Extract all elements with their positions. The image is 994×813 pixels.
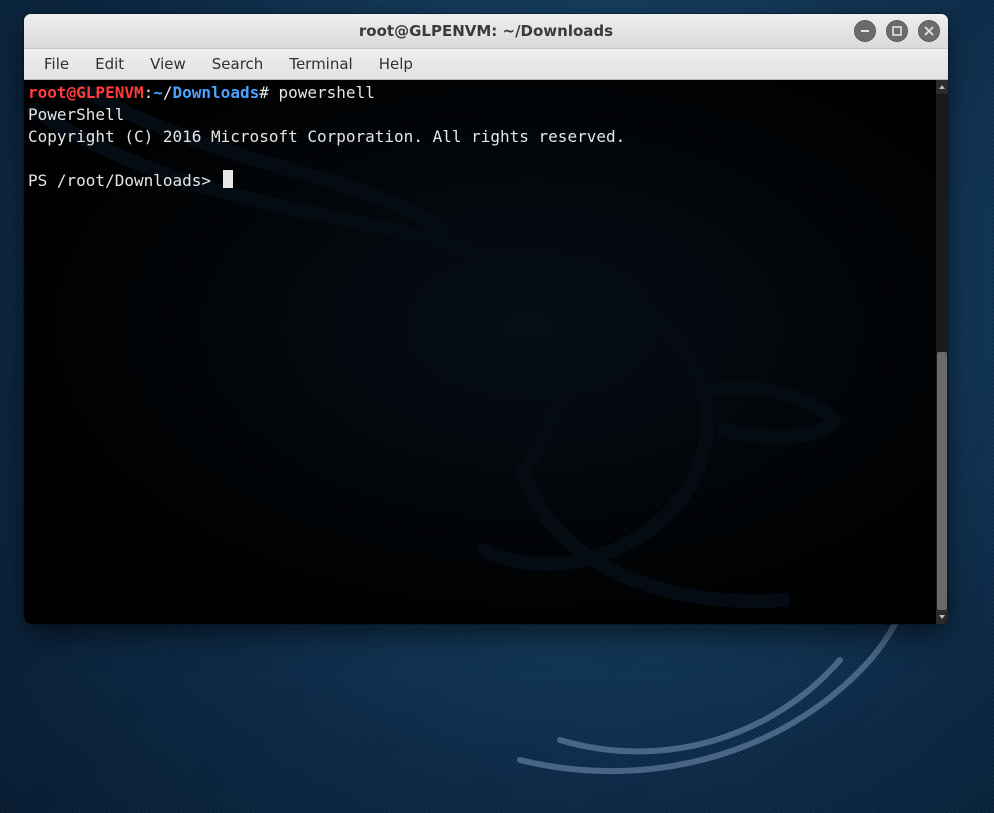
menu-edit[interactable]: Edit	[83, 52, 136, 76]
command-text: powershell	[279, 83, 375, 102]
minimize-icon	[859, 25, 871, 37]
prompt-slash: /	[163, 83, 173, 102]
scroll-thumb[interactable]	[937, 352, 947, 610]
menubar: File Edit View Search Terminal Help	[24, 49, 948, 80]
prompt-dir: Downloads	[173, 83, 260, 102]
terminal-window: root@GLPENVM: ~/Downloads File Edit	[24, 14, 948, 624]
maximize-button[interactable]	[886, 20, 908, 42]
terminal-scrollbar[interactable]	[936, 80, 948, 624]
menu-view[interactable]: View	[138, 52, 198, 76]
cursor	[223, 170, 233, 188]
output-line-1: PowerShell	[28, 105, 124, 124]
output-line-2: Copyright (C) 2016 Microsoft Corporation…	[28, 127, 625, 146]
prompt-tilde: ~	[153, 83, 163, 102]
menu-terminal[interactable]: Terminal	[277, 52, 364, 76]
maximize-icon	[891, 25, 903, 37]
prompt-hash: #	[259, 83, 269, 102]
minimize-button[interactable]	[854, 20, 876, 42]
close-button[interactable]	[918, 20, 940, 42]
terminal-viewport[interactable]: root@GLPENVM:~/Downloads# powershell Pow…	[24, 80, 948, 624]
menu-file[interactable]: File	[32, 52, 81, 76]
chevron-up-icon	[938, 83, 946, 91]
chevron-down-icon	[938, 613, 946, 621]
menu-help[interactable]: Help	[367, 52, 425, 76]
prompt-sep: :	[144, 83, 154, 102]
scroll-down-button[interactable]	[936, 610, 948, 624]
menu-search[interactable]: Search	[200, 52, 276, 76]
close-icon	[923, 25, 935, 37]
window-controls	[854, 20, 940, 42]
ps-prompt: PS /root/Downloads>	[28, 171, 211, 190]
prompt-user: root@GLPENVM	[28, 83, 144, 102]
window-title: root@GLPENVM: ~/Downloads	[359, 22, 613, 40]
terminal-output[interactable]: root@GLPENVM:~/Downloads# powershell Pow…	[24, 80, 948, 194]
desktop-background: root@GLPENVM: ~/Downloads File Edit	[0, 0, 994, 813]
scroll-up-button[interactable]	[936, 80, 948, 94]
titlebar[interactable]: root@GLPENVM: ~/Downloads	[24, 14, 948, 49]
